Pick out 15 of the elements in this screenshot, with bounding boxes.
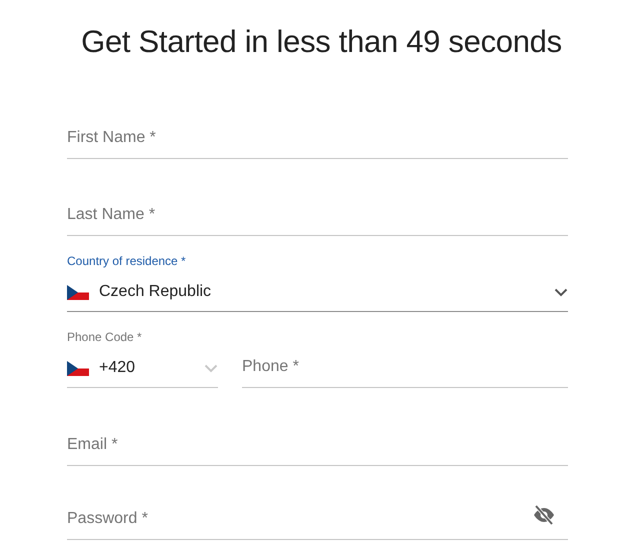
phone-code-select[interactable]: +420 (67, 350, 218, 388)
field-label: Phone Code * (67, 330, 143, 344)
field-label: Country of residence * (67, 254, 187, 268)
flag-icon (67, 360, 89, 376)
text-field[interactable]: Last Name * (67, 199, 568, 236)
phone-field[interactable]: Phone * (242, 351, 568, 388)
page-title: Get Started in less than 49 seconds (80, 23, 563, 61)
chevron-down-icon (204, 364, 218, 372)
hide-password-button[interactable] (532, 505, 556, 525)
country-select[interactable]: Czech Republic (67, 274, 568, 312)
text-field[interactable]: First Name * (67, 122, 568, 159)
flag-icon (67, 284, 89, 300)
text-field[interactable]: Email * (67, 429, 568, 466)
eye-off-icon (532, 505, 556, 525)
chevron-down-icon (554, 288, 568, 296)
